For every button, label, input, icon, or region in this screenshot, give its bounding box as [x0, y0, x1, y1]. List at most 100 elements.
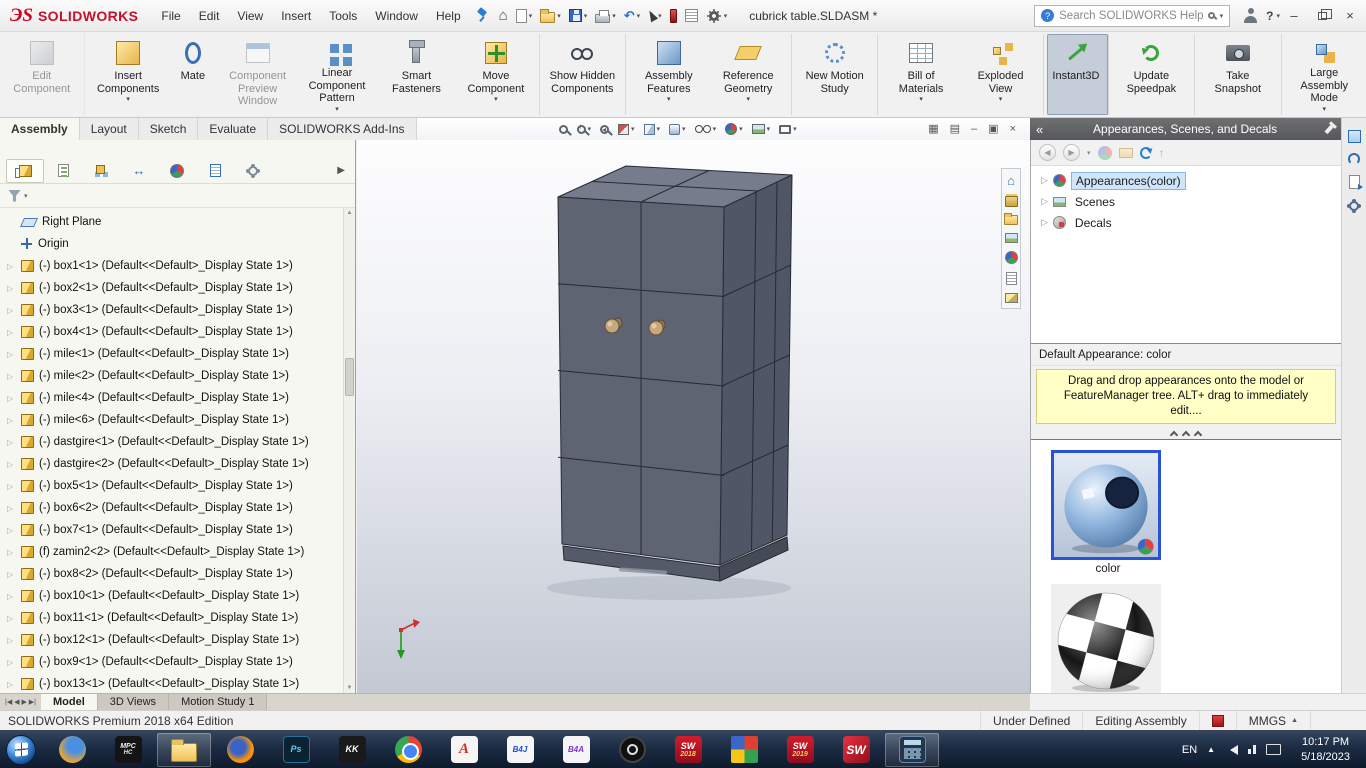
- displaymanager-tab-icon[interactable]: [158, 159, 196, 183]
- flyout-chevron-icon[interactable]: ▶: [337, 165, 349, 176]
- scenes-node[interactable]: ▷ Scenes: [1031, 191, 1341, 212]
- new-motion-study-button[interactable]: New Motion Study ▾: [795, 34, 879, 115]
- view-orientation-icon[interactable]: ▾: [643, 123, 660, 135]
- custom-properties-icon[interactable]: [1005, 272, 1017, 285]
- b4j-icon[interactable]: B4J: [493, 733, 547, 767]
- tree-item-right-plane[interactable]: Right Plane: [0, 211, 343, 233]
- print-icon[interactable]: ▾: [591, 4, 620, 28]
- tree-item-component[interactable]: ▷ (-) dastgire<1> (Default<<Default>_Dis…: [0, 431, 343, 453]
- exploded-view-button[interactable]: Exploded View ▾: [961, 34, 1045, 115]
- decals-node[interactable]: ▷ Decals: [1031, 212, 1341, 233]
- expand-arrow-icon[interactable]: ▷: [7, 438, 16, 447]
- expand-arrow-icon[interactable]: ▷: [1041, 196, 1048, 207]
- large-assembly-mode-button[interactable]: Large Assembly Mode ▾: [1285, 34, 1364, 115]
- take-snapshot-button[interactable]: Take Snapshot ▾: [1198, 34, 1282, 115]
- menu-item[interactable]: File: [152, 5, 189, 27]
- tree-scrollbar[interactable]: ▲ ▼: [343, 208, 355, 693]
- tree-item-component[interactable]: ▷ (-) dastgire<2> (Default<<Default>_Dis…: [0, 453, 343, 475]
- model-tab[interactable]: Model: [41, 694, 98, 710]
- task-list-icon[interactable]: ▾: [681, 4, 702, 28]
- appearances-panel-icon[interactable]: [1004, 251, 1018, 264]
- linear-component-pattern-button[interactable]: Linear Component Pattern ▾: [297, 34, 376, 115]
- file-explorer-icon[interactable]: [157, 732, 211, 767]
- hide-show-items-icon[interactable]: ▾: [694, 125, 716, 133]
- minimize-document-icon[interactable]: –: [971, 123, 977, 135]
- tab-assembly[interactable]: Assembly: [0, 118, 80, 140]
- media-player-icon[interactable]: MPC HC: [101, 733, 155, 767]
- expand-arrow-icon[interactable]: ▷: [7, 394, 16, 403]
- home-icon[interactable]: ▾: [495, 4, 512, 28]
- firefox-icon[interactable]: [213, 733, 267, 767]
- menu-item[interactable]: View: [228, 5, 272, 27]
- expand-arrow-icon[interactable]: ▷: [7, 504, 16, 513]
- adobe-reader-icon[interactable]: A: [437, 733, 491, 767]
- tab-sketch[interactable]: Sketch: [139, 118, 199, 140]
- forward-icon[interactable]: ▶: [1063, 144, 1080, 161]
- tree-item-component[interactable]: ▷ (-) box10<1> (Default<<Default>_Displa…: [0, 585, 343, 607]
- smart-fasteners-button[interactable]: Smart Fasteners ▾: [377, 34, 456, 115]
- new-folder-icon[interactable]: [1118, 147, 1133, 158]
- menu-item[interactable]: Help: [427, 5, 470, 27]
- view-settings-icon[interactable]: ▾: [779, 124, 797, 134]
- settings-panel-icon[interactable]: [1349, 201, 1359, 211]
- assembly-model[interactable]: [557, 165, 793, 582]
- menu-item[interactable]: Edit: [190, 5, 229, 27]
- expand-arrow-icon[interactable]: ▷: [7, 350, 16, 359]
- tab-nav-buttons[interactable]: |◀ ◀ ▶ ▶|: [0, 694, 41, 710]
- calculator-icon[interactable]: [885, 732, 939, 767]
- tab-layout[interactable]: Layout: [80, 118, 139, 140]
- cam-tab-icon[interactable]: [196, 159, 234, 183]
- community-panel-icon[interactable]: [1347, 130, 1361, 143]
- collapse-chevron-icon[interactable]: «: [1036, 123, 1043, 136]
- expand-arrow-icon[interactable]: ▷: [7, 592, 16, 601]
- tree-item-component[interactable]: ▷ (-) box6<2> (Default<<Default>_Display…: [0, 497, 343, 519]
- minimize-button[interactable]: –: [1280, 4, 1308, 28]
- previous-view-icon[interactable]: ▾: [600, 124, 610, 134]
- search-dropdown-icon[interactable]: ▾: [1220, 12, 1224, 20]
- expand-arrow-icon[interactable]: ▷: [1041, 217, 1048, 228]
- sync-panel-icon[interactable]: [1348, 153, 1360, 165]
- expand-arrow-icon[interactable]: ▷: [7, 548, 16, 557]
- tab-evaluate[interactable]: Evaluate: [198, 118, 269, 140]
- resources-home-icon[interactable]: [1007, 174, 1015, 188]
- featuremanager-tab-icon[interactable]: [6, 158, 44, 183]
- propertymanager-tab-icon[interactable]: [44, 159, 82, 183]
- edit-appearance-icon[interactable]: ▾: [725, 123, 743, 135]
- scrollbar-thumb[interactable]: [345, 358, 354, 396]
- clock[interactable]: 10:17 PM 5/18/2023: [1291, 735, 1360, 764]
- motion-study-tab[interactable]: Motion Study 1: [169, 694, 268, 710]
- browser-icon[interactable]: [45, 733, 99, 767]
- tree-item-component[interactable]: ▷ (-) box8<2> (Default<<Default>_Display…: [0, 563, 343, 585]
- help-search-box[interactable]: ? Search SOLIDWORKS Help ▾: [1034, 4, 1231, 27]
- tab-solidworks-add-ins[interactable]: SOLIDWORKS Add-Ins: [268, 118, 417, 140]
- expand-arrow-icon[interactable]: ▷: [7, 658, 16, 667]
- viewport-layout-icon[interactable]: ▦: [928, 123, 938, 135]
- volume-icon[interactable]: [1225, 744, 1239, 755]
- appearances-node[interactable]: ▷ Appearances(color): [1031, 170, 1341, 191]
- toolbox-icon[interactable]: ▾: [666, 4, 681, 28]
- back-icon[interactable]: ◀: [1039, 144, 1056, 161]
- file-explorer-panel-icon[interactable]: [1004, 213, 1018, 225]
- tree-item-component[interactable]: ▷ (-) box2<1> (Default<<Default>_Display…: [0, 277, 343, 299]
- menu-item[interactable]: Window: [366, 5, 427, 27]
- b4a-icon[interactable]: B4A: [549, 733, 603, 767]
- edit-component-button[interactable]: Edit Component ▾: [2, 34, 86, 115]
- menu-item[interactable]: Insert: [272, 5, 320, 27]
- solidworks-icon[interactable]: SW: [829, 733, 883, 767]
- configurationmanager-tab-icon[interactable]: [82, 159, 120, 183]
- instant3d-button[interactable]: Instant3D ▾: [1047, 34, 1109, 115]
- new-document-icon[interactable]: ▾: [512, 4, 537, 28]
- history-dropdown-icon[interactable]: ▾: [1087, 149, 1091, 157]
- view-palette-icon[interactable]: [1004, 233, 1018, 243]
- menu-item[interactable]: Tools: [320, 5, 366, 27]
- tree-item-component[interactable]: ▷ (-) box3<1> (Default<<Default>_Display…: [0, 299, 343, 321]
- scroll-up-icon[interactable]: ▲: [344, 210, 355, 216]
- expand-arrow-icon[interactable]: ▷: [7, 636, 16, 645]
- viewport-single-icon[interactable]: ▤: [950, 123, 960, 135]
- insert-components-button[interactable]: Insert Components ▾: [88, 34, 167, 115]
- maximize-button[interactable]: [1308, 4, 1336, 28]
- kmplayer-icon[interactable]: KK: [325, 733, 379, 767]
- move-component-button[interactable]: Move Component ▾: [456, 34, 540, 115]
- camera-app-icon[interactable]: [605, 733, 659, 767]
- dimxpertmanager-tab-icon[interactable]: [120, 159, 158, 183]
